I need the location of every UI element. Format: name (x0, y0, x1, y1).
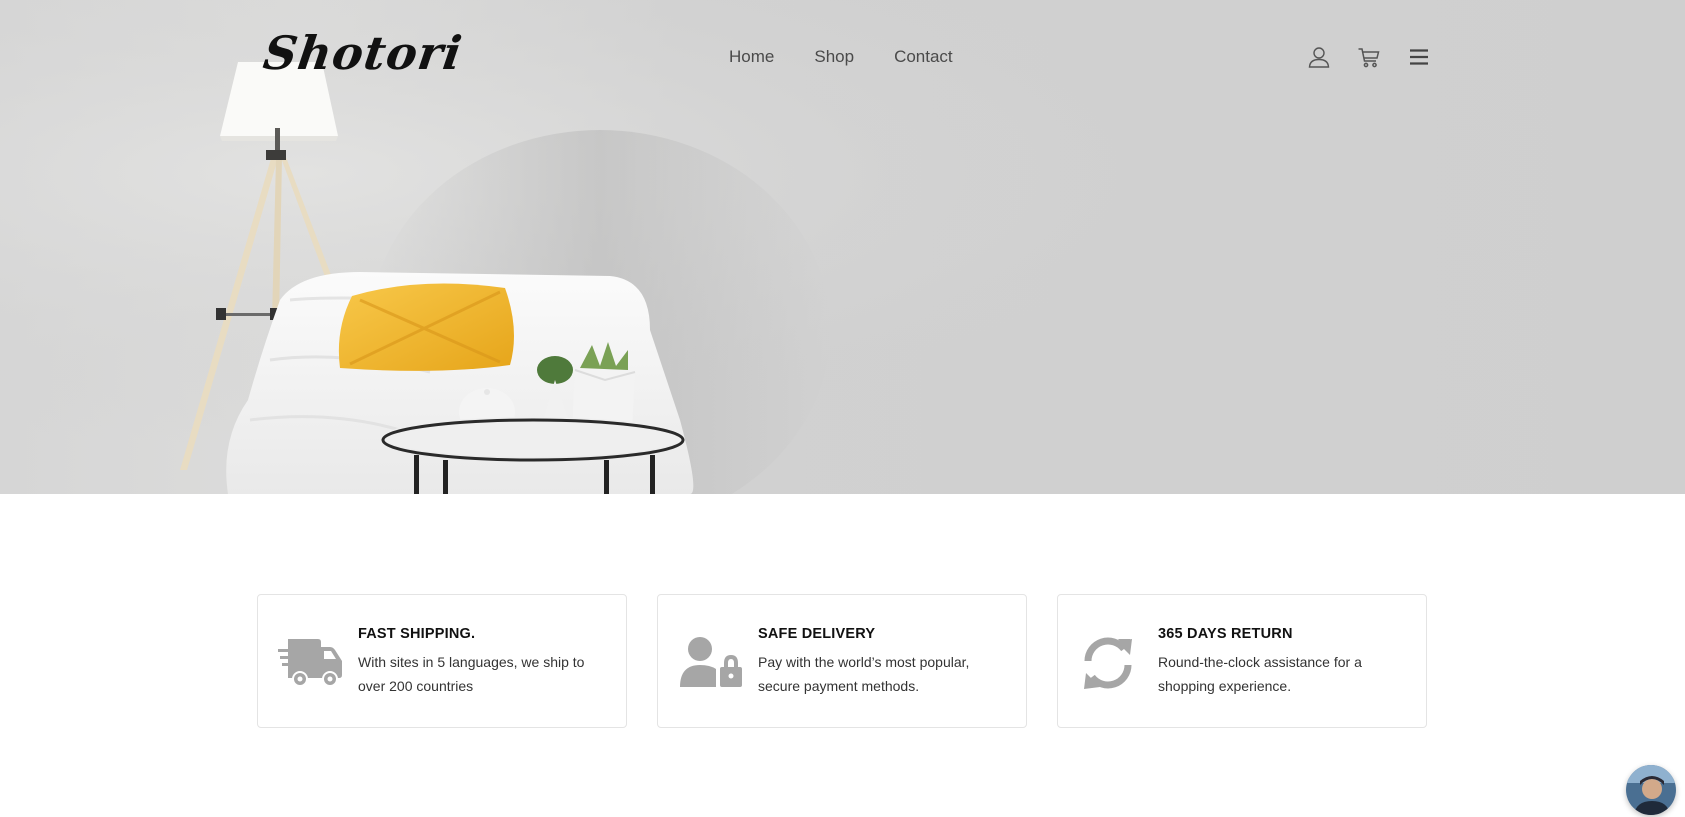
user-lock-icon (680, 637, 742, 687)
site-logo[interactable]: Shotori (260, 26, 466, 80)
feature-card-shipping: FAST SHIPPING. With sites in 5 languages… (257, 594, 627, 728)
feature-title: 365 DAYS RETURN (1158, 626, 1293, 642)
user-icon[interactable] (1307, 45, 1331, 69)
features-row: FAST SHIPPING. With sites in 5 languages… (257, 594, 1427, 728)
cart-icon[interactable] (1357, 45, 1381, 69)
truck-icon (278, 639, 342, 687)
hero-image (0, 0, 1685, 494)
feature-description: With sites in 5 languages, we ship to ov… (358, 654, 585, 694)
main-nav: Home Shop Contact (729, 47, 953, 67)
feature-card-return: 365 DAYS RETURN Round-the-clock assistan… (1057, 594, 1427, 728)
hero-banner: Shotori Home Shop Contact (0, 0, 1685, 494)
feature-description: Round-the-clock assistance for a shoppin… (1158, 654, 1362, 694)
avatar-photo (1626, 765, 1676, 815)
nav-item-contact[interactable]: Contact (894, 47, 953, 67)
chat-avatar[interactable] (1626, 765, 1676, 815)
feature-title: SAFE DELIVERY (758, 626, 876, 642)
header-icon-group (1307, 45, 1431, 69)
nav-item-home[interactable]: Home (729, 47, 774, 67)
feature-card-delivery: SAFE DELIVERY Pay with the world’s most … (657, 594, 1027, 728)
refresh-icon (1084, 637, 1132, 689)
feature-title: FAST SHIPPING. (358, 626, 476, 642)
menu-icon[interactable] (1407, 45, 1431, 69)
nav-item-shop[interactable]: Shop (814, 47, 854, 67)
feature-description: Pay with the world’s most popular, secur… (758, 654, 970, 694)
